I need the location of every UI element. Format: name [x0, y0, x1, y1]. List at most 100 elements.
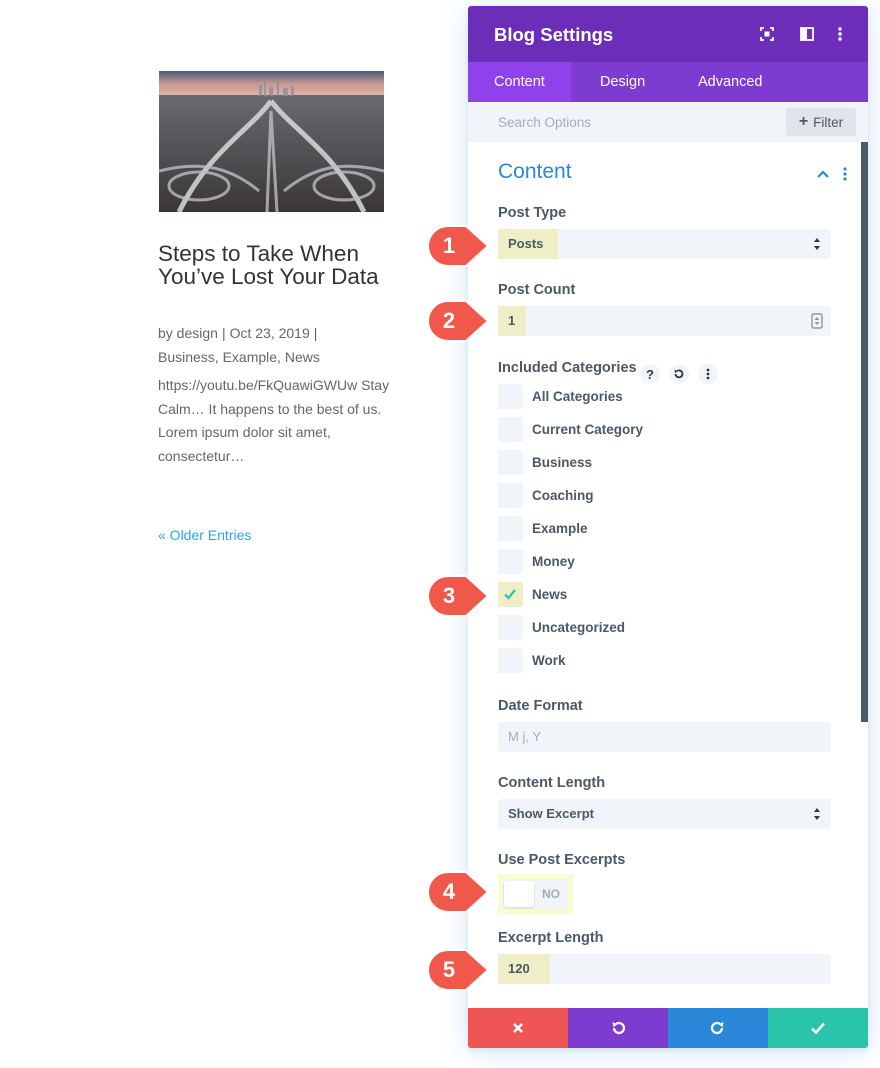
meta-separator: |	[313, 325, 318, 341]
redo-icon	[710, 1021, 724, 1035]
category-uncategorized[interactable]: Uncategorized	[498, 615, 798, 641]
post-title[interactable]: Steps to Take When You’ve Lost Your Data	[158, 242, 398, 288]
split-view-icon[interactable]	[796, 23, 818, 45]
tab-content[interactable]: Content	[468, 62, 571, 102]
checkbox[interactable]	[498, 450, 523, 475]
callout-number: 4	[442, 879, 456, 904]
undo-button[interactable]	[568, 1008, 668, 1048]
section-more-icon[interactable]	[838, 164, 852, 184]
panel-header[interactable]: Blog Settings	[468, 6, 868, 62]
category-label: Uncategorized	[532, 620, 626, 635]
post-count-value: 1	[498, 306, 526, 336]
category-label: Current Category	[532, 422, 644, 437]
older-entries-link[interactable]: « Older Entries	[158, 527, 251, 543]
content-length-value: Show Excerpt	[508, 806, 594, 821]
callout-number: 5	[442, 957, 456, 982]
callout-2: 2	[426, 299, 490, 343]
category-label: Business	[532, 455, 593, 470]
excerpt-length-value: 120	[498, 954, 550, 984]
checkbox[interactable]	[498, 483, 523, 508]
tab-advanced[interactable]: Advanced	[672, 62, 789, 102]
checkmark-icon	[504, 589, 516, 600]
excerpt-length-input[interactable]: 120	[498, 954, 831, 984]
callout-number: 1	[442, 233, 456, 258]
panel-tabs: Content Design Advanced	[468, 62, 868, 102]
redo-button[interactable]	[668, 1008, 768, 1048]
undo-icon	[612, 1021, 626, 1035]
checkbox[interactable]	[498, 384, 523, 409]
post-type-value: Posts	[498, 229, 558, 259]
callout-1: 1	[426, 224, 490, 268]
scrollbar[interactable]	[861, 142, 868, 722]
category-label: All Categories	[532, 389, 623, 404]
panel-footer	[468, 1008, 868, 1048]
date-format-input[interactable]: M j, Y	[498, 722, 831, 752]
checkbox[interactable]	[498, 648, 523, 673]
plus-icon: +	[798, 113, 809, 130]
filter-button[interactable]: + Filter	[786, 108, 856, 136]
post-excerpt: https://youtu.be/FkQuawiGWUw Stay Calm… …	[158, 377, 390, 464]
category-label: Work	[532, 653, 566, 668]
post-date: Oct 23, 2019	[229, 325, 310, 341]
close-icon	[513, 1023, 523, 1033]
toggle-knob	[504, 881, 534, 907]
panel-title: Blog Settings	[494, 24, 614, 45]
checkbox[interactable]	[498, 615, 523, 640]
category-money[interactable]: Money	[498, 549, 798, 575]
category-news[interactable]: News	[498, 582, 798, 608]
included-categories-label: Included Categories	[498, 360, 637, 376]
toggle-state: NO	[542, 887, 560, 901]
number-stepper-icon[interactable]	[811, 313, 823, 329]
save-button[interactable]	[768, 1008, 868, 1048]
select-arrows-icon	[814, 238, 820, 250]
checkbox[interactable]	[498, 417, 523, 442]
post-featured-image[interactable]	[159, 71, 384, 212]
use-post-excerpts-label: Use Post Excerpts	[498, 852, 626, 868]
date-format-placeholder: M j, Y	[508, 729, 541, 744]
category-current-category[interactable]: Current Category	[498, 417, 798, 443]
more-options-icon[interactable]	[698, 364, 718, 384]
post-type-select[interactable]: Posts	[498, 229, 831, 259]
more-vertical-icon[interactable]	[829, 23, 851, 45]
post-count-label: Post Count	[498, 282, 576, 298]
category-example[interactable]: Example	[498, 516, 798, 542]
discard-button[interactable]	[468, 1008, 568, 1048]
reset-icon[interactable]	[669, 364, 689, 384]
tab-design[interactable]: Design	[574, 62, 671, 102]
post-meta: by design | Oct 23, 2019 | Business, Exampl…	[158, 322, 388, 369]
meta-separator: |	[221, 325, 226, 341]
category-all-categories[interactable]: All Categories	[498, 384, 798, 410]
callout-4: 4	[426, 870, 490, 914]
post-count-input[interactable]: 1	[498, 306, 831, 336]
category-label: Example	[532, 521, 588, 536]
checkbox-checked[interactable]	[498, 582, 523, 607]
toggle-highlight: NO	[498, 874, 573, 914]
post-author[interactable]: by design	[158, 325, 218, 341]
category-business[interactable]: Business	[498, 450, 798, 476]
check-icon	[811, 1022, 825, 1035]
content-length-label: Content Length	[498, 775, 606, 791]
excerpt-length-label: Excerpt Length	[498, 930, 604, 946]
help-icon[interactable]: ?	[640, 364, 660, 384]
category-label: Money	[532, 554, 575, 569]
chevron-up-icon[interactable]	[814, 165, 832, 183]
checkbox[interactable]	[498, 516, 523, 541]
callout-5: 5	[426, 948, 490, 992]
content-length-select[interactable]: Show Excerpt	[498, 799, 831, 829]
category-label: Coaching	[532, 488, 594, 503]
checkbox[interactable]	[498, 549, 523, 574]
post-categories[interactable]: Business, Example, News	[158, 349, 320, 365]
highway-aerial-photo	[159, 71, 384, 212]
category-work[interactable]: Work	[498, 648, 798, 674]
expand-icon[interactable]	[756, 23, 778, 45]
post-type-label: Post Type	[498, 205, 567, 221]
use-post-excerpts-toggle[interactable]: NO	[502, 879, 568, 909]
blog-settings-panel: Blog Settings Content Design Advanced + …	[468, 6, 868, 1048]
search-options-input[interactable]	[486, 110, 786, 134]
callout-number: 3	[442, 583, 456, 608]
callout-number: 2	[442, 308, 456, 333]
date-format-label: Date Format	[498, 698, 583, 714]
select-arrows-icon	[814, 808, 820, 820]
category-coaching[interactable]: Coaching	[498, 483, 798, 509]
section-title[interactable]: Content	[498, 160, 572, 184]
